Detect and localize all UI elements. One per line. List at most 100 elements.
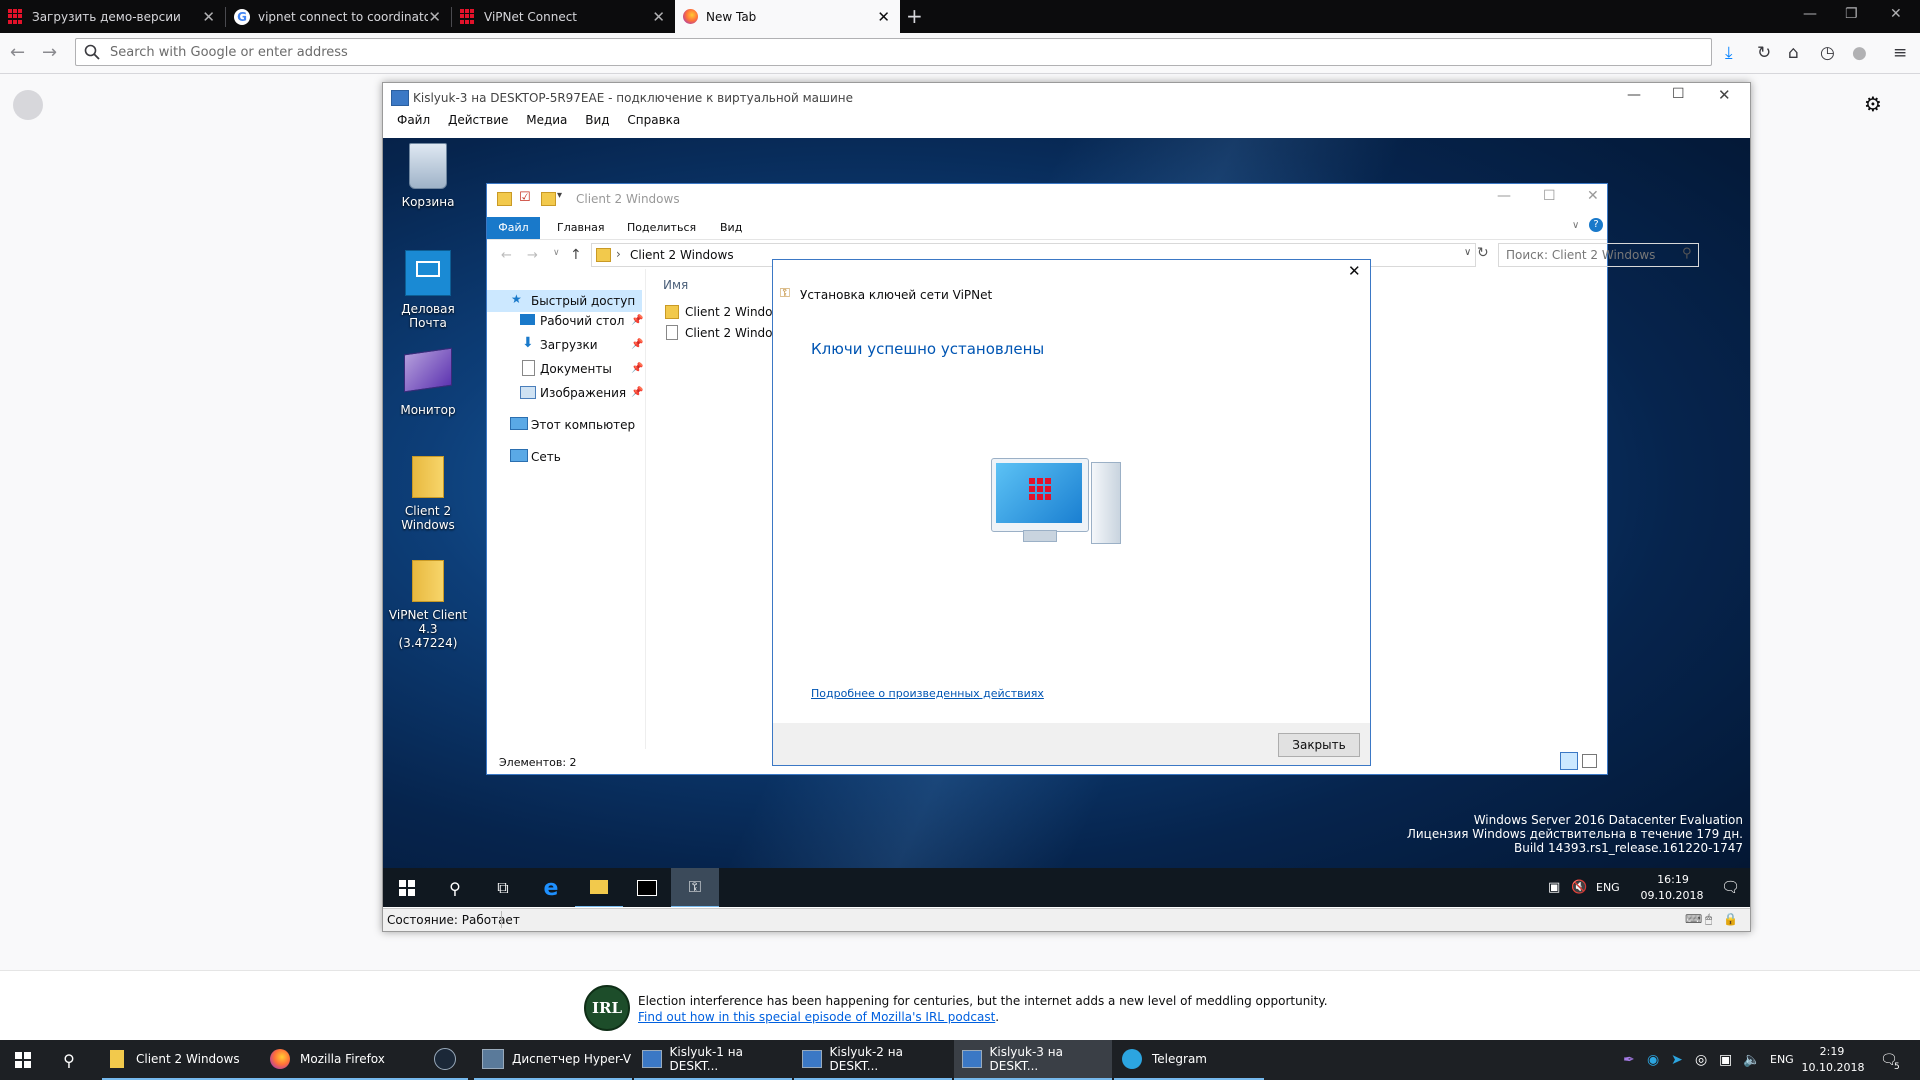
- close-icon[interactable]: ✕: [1348, 262, 1361, 280]
- tab-view[interactable]: Вид: [720, 217, 742, 239]
- desktop-icon-monitor[interactable]: Монитор: [383, 347, 473, 417]
- desktop-icon-folder[interactable]: ViPNet Client 4.3 (3.47224): [383, 560, 473, 650]
- browser-tab[interactable]: G vipnet connect to coordinator ✕: [226, 0, 451, 33]
- chevron-down-icon[interactable]: ∨: [1464, 247, 1471, 258]
- pin-icon[interactable]: 📌: [631, 363, 643, 374]
- desktop-icon-recycle-bin[interactable]: Корзина: [383, 143, 473, 209]
- nav-item-quick-access[interactable]: Быстрый доступ: [531, 294, 635, 308]
- close-icon[interactable]: ✕: [877, 8, 890, 26]
- pin-icon[interactable]: 📌: [631, 339, 643, 350]
- history-icon[interactable]: ◷: [1820, 43, 1835, 63]
- nav-item-documents[interactable]: Документы: [540, 362, 612, 376]
- desktop-icon-folder[interactable]: Client 2 Windows: [383, 456, 473, 532]
- internet-explorer-icon[interactable]: e: [527, 868, 575, 907]
- extension-icon[interactable]: ●: [1852, 43, 1867, 63]
- menu-file[interactable]: Файл: [397, 113, 430, 127]
- network-icon[interactable]: ▣: [1719, 1052, 1732, 1068]
- ribbon-expand-icon[interactable]: ∨: [1572, 220, 1579, 231]
- host-clock-time[interactable]: 2:19: [1806, 1045, 1858, 1058]
- close-icon[interactable]: ✕: [202, 8, 215, 26]
- vipnet-installer-icon[interactable]: ⚿: [671, 868, 719, 907]
- file-item-name[interactable]: Client 2 Windo: [685, 305, 773, 319]
- chevron-down-icon[interactable]: ▾: [557, 190, 562, 201]
- search-icon[interactable]: ⚲: [431, 868, 479, 907]
- volume-muted-icon[interactable]: 🔇: [1571, 880, 1587, 895]
- pin-icon[interactable]: 📌: [631, 387, 643, 398]
- properties-icon[interactable]: ☑: [519, 190, 531, 205]
- notification-icon[interactable]: 🗨: [1721, 878, 1740, 896]
- large-icons-view-icon[interactable]: [1582, 754, 1597, 768]
- tab-file[interactable]: Файл: [487, 217, 540, 239]
- help-icon[interactable]: ?: [1589, 218, 1603, 232]
- guest-desktop[interactable]: Корзина Деловая Почта Монитор Client 2 W…: [383, 138, 1750, 907]
- hamburger-menu-icon[interactable]: ≡: [1893, 43, 1907, 63]
- up-arrow-icon[interactable]: ↑: [570, 247, 582, 263]
- terminal-icon[interactable]: [623, 868, 671, 907]
- browser-tab[interactable]: ViPNet Connect ✕: [452, 0, 675, 33]
- guest-clock-time[interactable]: 16:19: [1643, 873, 1703, 886]
- taskbar-app-vm3[interactable]: Kislyuk-3 на DESKT...: [954, 1040, 1112, 1080]
- network-status-icon[interactable]: ▣: [1548, 880, 1560, 895]
- menu-media[interactable]: Медиа: [526, 113, 567, 127]
- pen-icon[interactable]: ✒: [1623, 1052, 1635, 1068]
- close-icon[interactable]: ✕: [1587, 188, 1599, 204]
- browser-tab-active[interactable]: New Tab ✕: [675, 0, 900, 33]
- guest-lang[interactable]: ENG: [1596, 881, 1620, 894]
- address-bar[interactable]: Search with Google or enter address: [75, 38, 1712, 66]
- nav-item-network[interactable]: Сеть: [531, 450, 561, 464]
- nav-item-this-pc[interactable]: Этот компьютер: [531, 418, 635, 432]
- search-icon[interactable]: ⚲: [46, 1040, 92, 1080]
- explorer-search-box[interactable]: Поиск: Client 2 Windows ⚲: [1498, 243, 1699, 267]
- minimize-icon[interactable]: —: [1497, 188, 1511, 204]
- telegram-tray-icon[interactable]: ➤: [1671, 1052, 1683, 1068]
- taskbar-app-explorer[interactable]: Client 2 Windows: [102, 1040, 262, 1080]
- tab-share[interactable]: Поделиться: [627, 217, 696, 239]
- host-lang[interactable]: ENG: [1770, 1053, 1794, 1066]
- close-icon[interactable]: ✕: [652, 8, 665, 26]
- task-view-icon[interactable]: ⧉: [479, 868, 527, 907]
- new-folder-icon[interactable]: [541, 192, 556, 206]
- forward-arrow-icon[interactable]: →: [527, 248, 538, 263]
- windows-start-icon[interactable]: [383, 868, 431, 907]
- download-icon[interactable]: ⤓: [1725, 43, 1733, 63]
- restore-icon[interactable]: ❐: [1845, 6, 1858, 22]
- refresh-icon[interactable]: ↻: [1477, 245, 1489, 261]
- column-header-name[interactable]: Имя: [663, 278, 688, 292]
- taskbar-app-steam[interactable]: [422, 1040, 468, 1080]
- close-icon[interactable]: ✕: [1718, 86, 1731, 104]
- pin-icon[interactable]: 📌: [631, 315, 643, 326]
- guest-clock-date[interactable]: 09.10.2018: [1637, 889, 1707, 902]
- desktop-icon-business-mail[interactable]: Деловая Почта: [383, 250, 473, 330]
- back-arrow-icon[interactable]: ←: [10, 42, 25, 63]
- maximize-icon[interactable]: ☐: [1672, 86, 1685, 102]
- nav-item-pictures[interactable]: Изображения: [540, 386, 626, 400]
- menu-view[interactable]: Вид: [585, 113, 609, 127]
- menu-help[interactable]: Справка: [627, 113, 680, 127]
- home-icon[interactable]: ⌂: [1788, 43, 1799, 63]
- new-tab-button[interactable]: +: [906, 4, 923, 28]
- nav-item-desktop[interactable]: Рабочий стол: [540, 314, 624, 328]
- details-view-icon[interactable]: [1560, 752, 1578, 770]
- steam-tray-icon[interactable]: ◎: [1695, 1052, 1707, 1068]
- maximize-icon[interactable]: ☐: [1543, 188, 1556, 204]
- browser-tray-icon[interactable]: ◉: [1647, 1052, 1659, 1068]
- tab-home[interactable]: Главная: [557, 217, 605, 239]
- file-explorer-icon[interactable]: [575, 868, 623, 907]
- minimize-icon[interactable]: —: [1803, 6, 1817, 22]
- taskbar-app-vm2[interactable]: Kislyuk-2 на DESKT...: [794, 1040, 952, 1080]
- snippet-link[interactable]: Find out how in this special episode of …: [638, 1010, 995, 1024]
- close-icon[interactable]: ✕: [428, 8, 441, 26]
- close-icon[interactable]: ✕: [1890, 6, 1902, 22]
- close-button[interactable]: Закрыть: [1278, 733, 1360, 757]
- details-link[interactable]: Подробнее о произведенных действиях: [811, 687, 1044, 700]
- browser-tab[interactable]: Загрузить демо-версии ✕: [0, 0, 225, 33]
- menu-action[interactable]: Действие: [448, 113, 508, 127]
- volume-icon[interactable]: 🔈: [1743, 1052, 1760, 1068]
- nav-item-downloads[interactable]: Загрузки: [540, 338, 598, 352]
- forward-arrow-icon[interactable]: →: [42, 42, 57, 63]
- taskbar-app-telegram[interactable]: Telegram: [1114, 1040, 1264, 1080]
- gear-icon[interactable]: ⚙: [1864, 92, 1882, 116]
- taskbar-app-hyperv[interactable]: Диспетчер Hyper-V: [474, 1040, 632, 1080]
- host-clock-date[interactable]: 10.10.2018: [1800, 1061, 1866, 1074]
- recent-dropdown-icon[interactable]: ∨: [553, 248, 560, 258]
